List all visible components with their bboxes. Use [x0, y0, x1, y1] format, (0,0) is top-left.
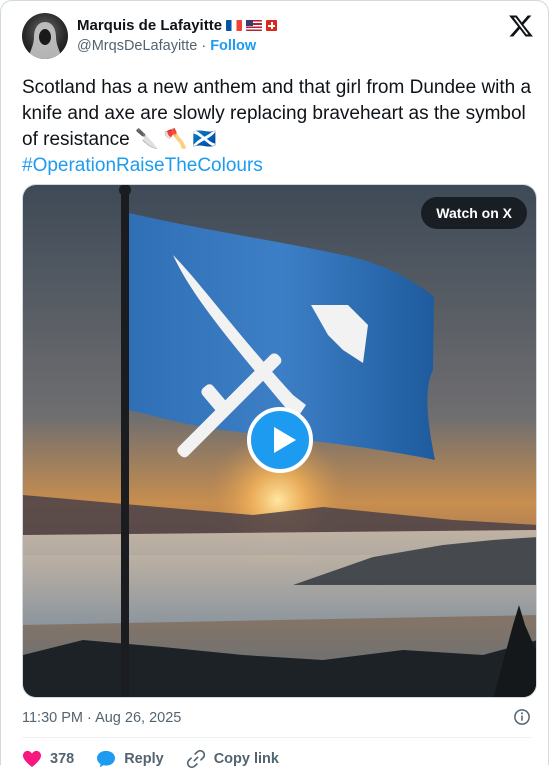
copy-link-button[interactable]: Copy link	[186, 749, 279, 769]
divider	[22, 737, 532, 738]
avatar[interactable]	[22, 13, 68, 59]
info-icon[interactable]	[513, 708, 531, 726]
watch-on-x-button[interactable]: Watch on X	[421, 197, 527, 229]
x-logo-icon[interactable]	[508, 13, 534, 39]
us-flag-icon	[246, 20, 263, 31]
reply-button[interactable]: Reply	[96, 750, 164, 768]
tweet-text: Scotland has a new anthem and that girl …	[22, 77, 532, 150]
author-block: Marquis de Lafayitte @MrqsDeLafayitte · …	[77, 17, 278, 54]
separator-dot: ·	[201, 38, 207, 54]
link-icon	[186, 749, 205, 769]
author-handle[interactable]: @MrqsDeLafayitte	[77, 38, 197, 54]
tweet-card: Marquis de Lafayitte @MrqsDeLafayitte · …	[0, 0, 549, 769]
swiss-flag-icon	[266, 20, 278, 31]
author-name[interactable]: Marquis de Lafayitte	[77, 17, 222, 34]
play-icon[interactable]	[247, 407, 313, 473]
handle-row: @MrqsDeLafayitte · Follow	[77, 38, 277, 54]
hooded-figure-avatar-image	[28, 22, 62, 59]
video-media[interactable]: Watch on X	[22, 184, 537, 698]
follow-button[interactable]: Follow	[210, 38, 256, 54]
hashtag-link[interactable]: #OperationRaiseTheColours	[22, 153, 537, 179]
tweet-text-block: Scotland has a new anthem and that girl …	[22, 75, 537, 179]
tweet-timestamp[interactable]: 11:30 PM · Aug 26, 2025	[22, 710, 181, 726]
reply-bubble-icon	[97, 750, 116, 768]
heart-icon	[23, 750, 41, 768]
action-bar: 378 Reply Copy link	[22, 749, 301, 769]
france-flag-icon	[226, 20, 243, 31]
author-name-row[interactable]: Marquis de Lafayitte	[77, 17, 278, 34]
like-button[interactable]: 378	[22, 750, 74, 768]
